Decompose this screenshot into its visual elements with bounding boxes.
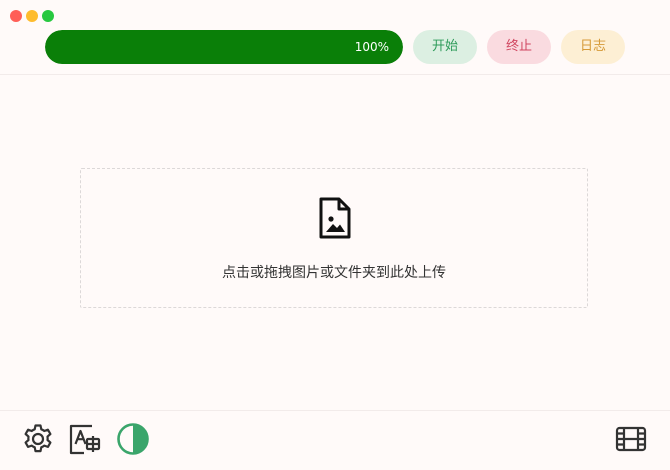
window-minimize-button[interactable] <box>26 10 38 22</box>
window-maximize-button[interactable] <box>42 10 54 22</box>
log-button[interactable]: 日志 <box>561 30 625 64</box>
dropzone-hint: 点击或拖拽图片或文件夹到此处上传 <box>222 265 446 281</box>
font-settings-icon[interactable] <box>68 422 102 456</box>
progress-label: 100% <box>354 40 389 54</box>
window-close-button[interactable] <box>10 10 22 22</box>
start-button[interactable]: 开始 <box>413 30 477 64</box>
stop-button[interactable]: 终止 <box>487 30 551 64</box>
window-controls <box>10 10 54 22</box>
film-icon[interactable] <box>614 422 648 456</box>
image-file-icon <box>318 196 352 240</box>
header-divider <box>0 74 670 75</box>
theme-contrast-icon[interactable] <box>116 422 150 456</box>
upload-dropzone[interactable]: 点击或拖拽图片或文件夹到此处上传 <box>80 168 588 308</box>
progress-bar: 100% <box>45 30 403 64</box>
footer-divider <box>0 410 670 411</box>
gear-icon[interactable] <box>21 422 55 456</box>
progress-fill <box>45 30 403 64</box>
